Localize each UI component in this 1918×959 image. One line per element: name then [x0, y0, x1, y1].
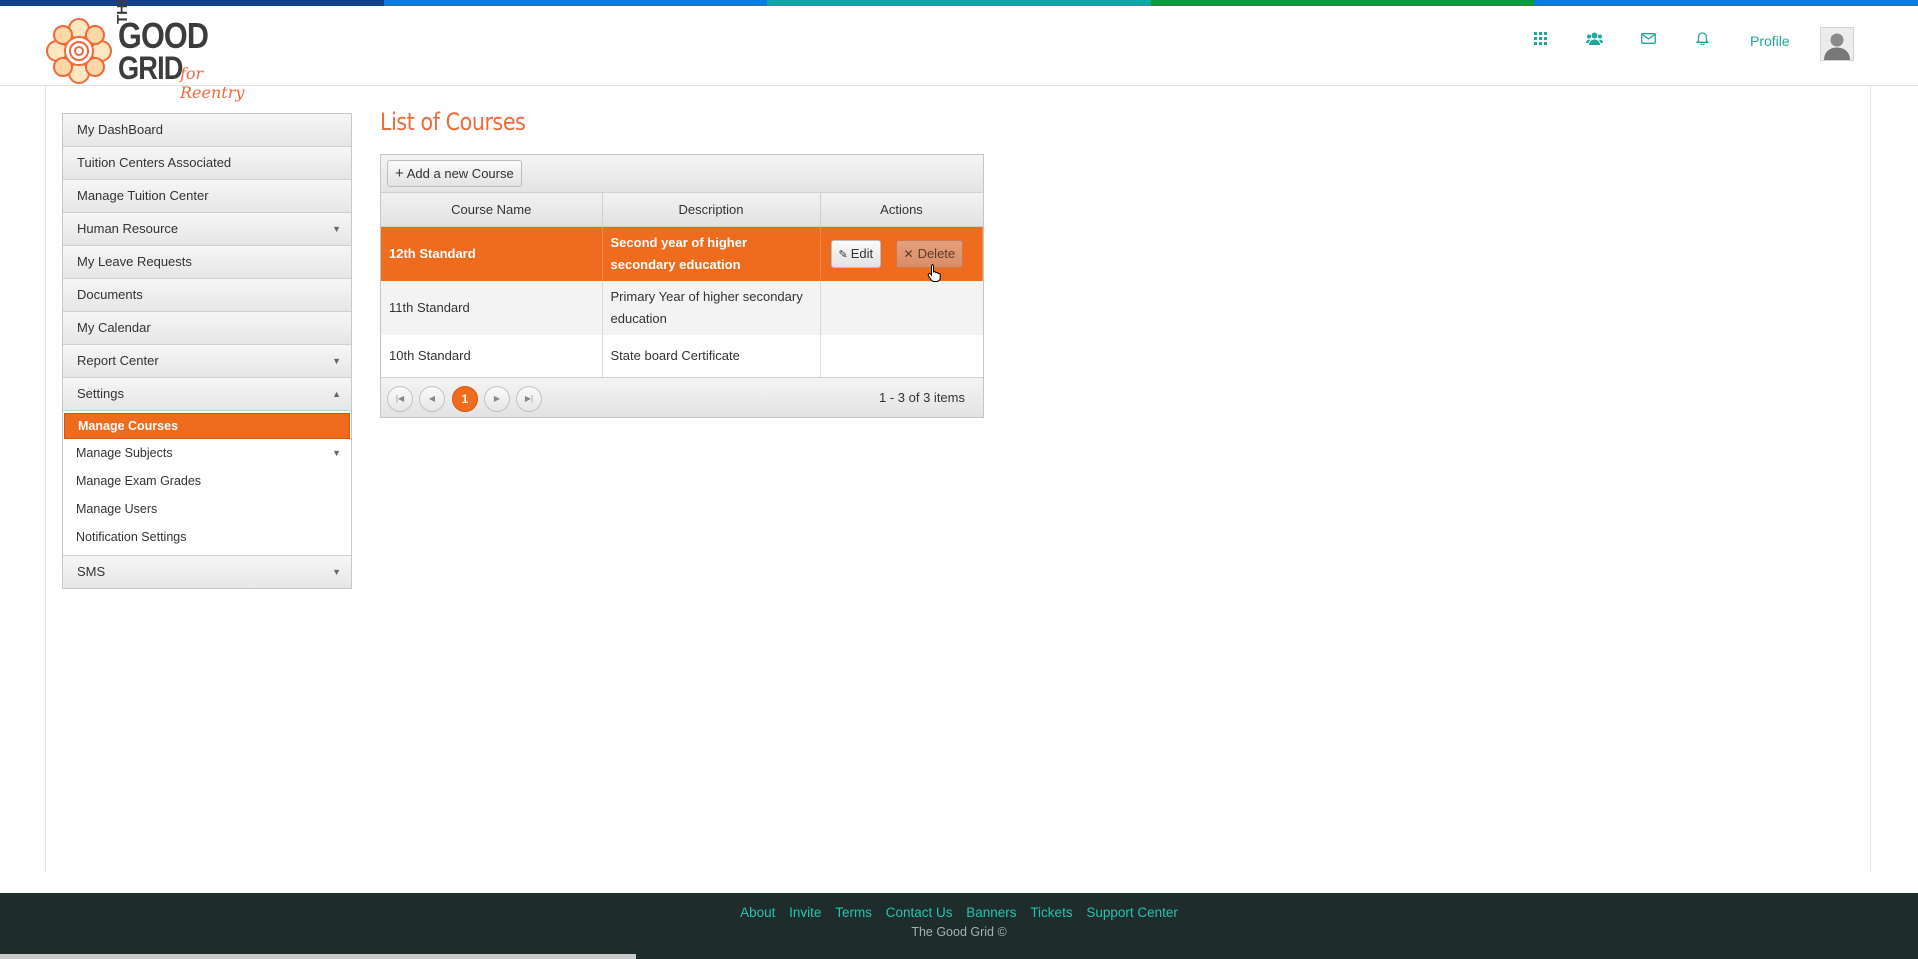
page-number-button[interactable]: 1: [452, 385, 478, 412]
sidebar-item-my-calendar[interactable]: My Calendar: [63, 312, 351, 345]
sidebar-item-tuition-centers-associated[interactable]: Tuition Centers Associated: [63, 147, 351, 180]
footer-links: About Invite Terms Contact Us Banners Ti…: [0, 905, 1918, 920]
sidebar-item-manage-tuition-center[interactable]: Manage Tuition Center: [63, 180, 351, 213]
column-header-course-name[interactable]: Course Name: [381, 193, 603, 227]
users-icon[interactable]: [1584, 28, 1604, 48]
logo-text-grid: GRID: [118, 50, 183, 86]
caret-down-icon: ▼: [332, 448, 341, 458]
hand-cursor-icon: [927, 264, 941, 282]
column-header-description[interactable]: Description: [602, 193, 821, 227]
sidebar-subitem-notification-settings[interactable]: Notification Settings: [63, 523, 351, 551]
first-page-icon[interactable]: |◀: [387, 385, 413, 412]
sidebar-item-label: Notification Settings: [76, 530, 187, 544]
logo-text-good: GOOD: [118, 15, 209, 56]
sidebar-item-label: My Leave Requests: [77, 254, 192, 269]
avatar[interactable]: [1820, 27, 1854, 61]
next-page-icon[interactable]: ▶: [484, 385, 510, 412]
header: THE GOOD GRID for Reentry Profile: [0, 0, 1918, 102]
page-title: List of Courses: [380, 108, 526, 136]
add-course-label: Add a new Course: [406, 166, 514, 181]
profile-link[interactable]: Profile: [1750, 33, 1790, 49]
caret-down-icon: ▼: [332, 356, 341, 366]
description-cell: State board Certificate: [602, 334, 821, 377]
bell-icon[interactable]: [1692, 28, 1712, 48]
courses-grid: + Add a new Course Course Name Descriptio…: [380, 154, 984, 418]
footer-link-banners[interactable]: Banners: [966, 905, 1016, 920]
actions-cell: ✎ Edit ✕ Delete: [820, 226, 983, 282]
sidebar-subitem-manage-courses[interactable]: Manage Courses: [64, 413, 350, 439]
logo[interactable]: THE GOOD GRID for Reentry: [44, 0, 264, 102]
table-row[interactable]: 12th Standard Second year of higher seco…: [381, 226, 983, 282]
footer-link-tickets[interactable]: Tickets: [1030, 905, 1072, 920]
sidebar-subitem-manage-subjects[interactable]: Manage Subjects ▼: [63, 439, 351, 467]
footer-link-terms[interactable]: Terms: [835, 905, 872, 920]
caret-up-icon: ▲: [332, 389, 341, 399]
footer-link-about[interactable]: About: [740, 905, 775, 920]
description-cell: Primary Year of higher secondary educati…: [602, 280, 821, 335]
delete-label: Delete: [917, 246, 956, 261]
course-name-cell: 12th Standard: [381, 226, 603, 281]
apps-grid-icon[interactable]: [1530, 28, 1550, 48]
sidebar-subitem-manage-exam-grades[interactable]: Manage Exam Grades: [63, 467, 351, 495]
course-name-cell: 11th Standard: [381, 280, 603, 335]
sidebar-item-settings[interactable]: Settings ▲: [63, 378, 351, 411]
footer-link-invite[interactable]: Invite: [789, 905, 821, 920]
pager-info: 1 - 3 of 3 items: [879, 389, 965, 405]
sidebar-menu: My DashBoard Tuition Centers Associated …: [62, 113, 352, 589]
sidebar-item-label: Settings: [77, 386, 124, 401]
grid-pager: |◀ ◀ 1 ▶ ▶| 1 - 3 of 3 items: [381, 376, 983, 417]
sidebar-item-label: My DashBoard: [77, 122, 163, 137]
sidebar-item-documents[interactable]: Documents: [63, 279, 351, 312]
edit-button[interactable]: ✎ Edit: [830, 240, 882, 268]
sidebar-item-label: Manage Subjects: [76, 446, 173, 460]
footer-copyright: The Good Grid ©: [911, 925, 1007, 939]
sidebar-item-label: Manage Users: [76, 502, 158, 516]
course-name-cell: 10th Standard: [381, 334, 603, 377]
sidebar-item-report-center[interactable]: Report Center ▼: [63, 345, 351, 378]
sidebar-item-label: Human Resource: [77, 221, 179, 236]
sidebar-item-label: Manage Exam Grades: [76, 474, 202, 488]
sidebar-item-sms[interactable]: SMS ▼: [63, 556, 351, 588]
sidebar-item-human-resource[interactable]: Human Resource ▼: [63, 213, 351, 246]
prev-page-icon[interactable]: ◀: [419, 385, 445, 412]
courses-table: Course Name Description Actions 12th Sta…: [381, 193, 983, 377]
actions-cell: [820, 280, 983, 335]
sidebar-item-my-leave-requests[interactable]: My Leave Requests: [63, 246, 351, 279]
last-page-icon[interactable]: ▶|: [516, 385, 542, 412]
description-cell: Second year of higher secondary educatio…: [602, 226, 821, 281]
footer-link-contact-us[interactable]: Contact Us: [886, 905, 953, 920]
edit-label: Edit: [850, 246, 874, 261]
sidebar-item-label: SMS: [77, 564, 106, 579]
grid-toolbar: + Add a new Course: [381, 155, 983, 193]
sidebar-item-label: My Calendar: [77, 320, 151, 335]
table-row[interactable]: 10th Standard State board Certificate: [381, 334, 983, 377]
close-icon: ✕: [903, 247, 914, 261]
sidebar-item-label: Report Center: [77, 353, 159, 368]
mail-icon[interactable]: [1638, 28, 1658, 48]
flower-logo-icon: [46, 18, 112, 84]
column-header-actions: Actions: [820, 193, 983, 227]
footer-link-support-center[interactable]: Support Center: [1086, 905, 1178, 920]
caret-down-icon: ▼: [332, 224, 341, 234]
table-row[interactable]: 11th Standard Primary Year of higher sec…: [381, 280, 983, 335]
caret-down-icon: ▼: [332, 567, 341, 577]
sidebar-item-label: Documents: [77, 287, 143, 302]
sidebar-subitem-manage-users[interactable]: Manage Users: [63, 495, 351, 523]
plus-icon: +: [395, 165, 404, 182]
sidebar-item-dashboard[interactable]: My DashBoard: [63, 114, 351, 147]
sidebar-item-label: Manage Tuition Center: [77, 188, 209, 203]
sidebar-item-label: Manage Courses: [78, 419, 179, 433]
pencil-icon: ✎: [838, 249, 848, 261]
sidebar-item-label: Tuition Centers Associated: [77, 155, 232, 170]
settings-submenu: Manage Courses Manage Subjects ▼ Manage E…: [63, 411, 351, 556]
add-course-button[interactable]: + Add a new Course: [387, 160, 522, 187]
horizontal-scrollbar[interactable]: [0, 954, 636, 959]
actions-cell: [820, 335, 983, 377]
footer: About Invite Terms Contact Us Banners Ti…: [0, 893, 1918, 959]
